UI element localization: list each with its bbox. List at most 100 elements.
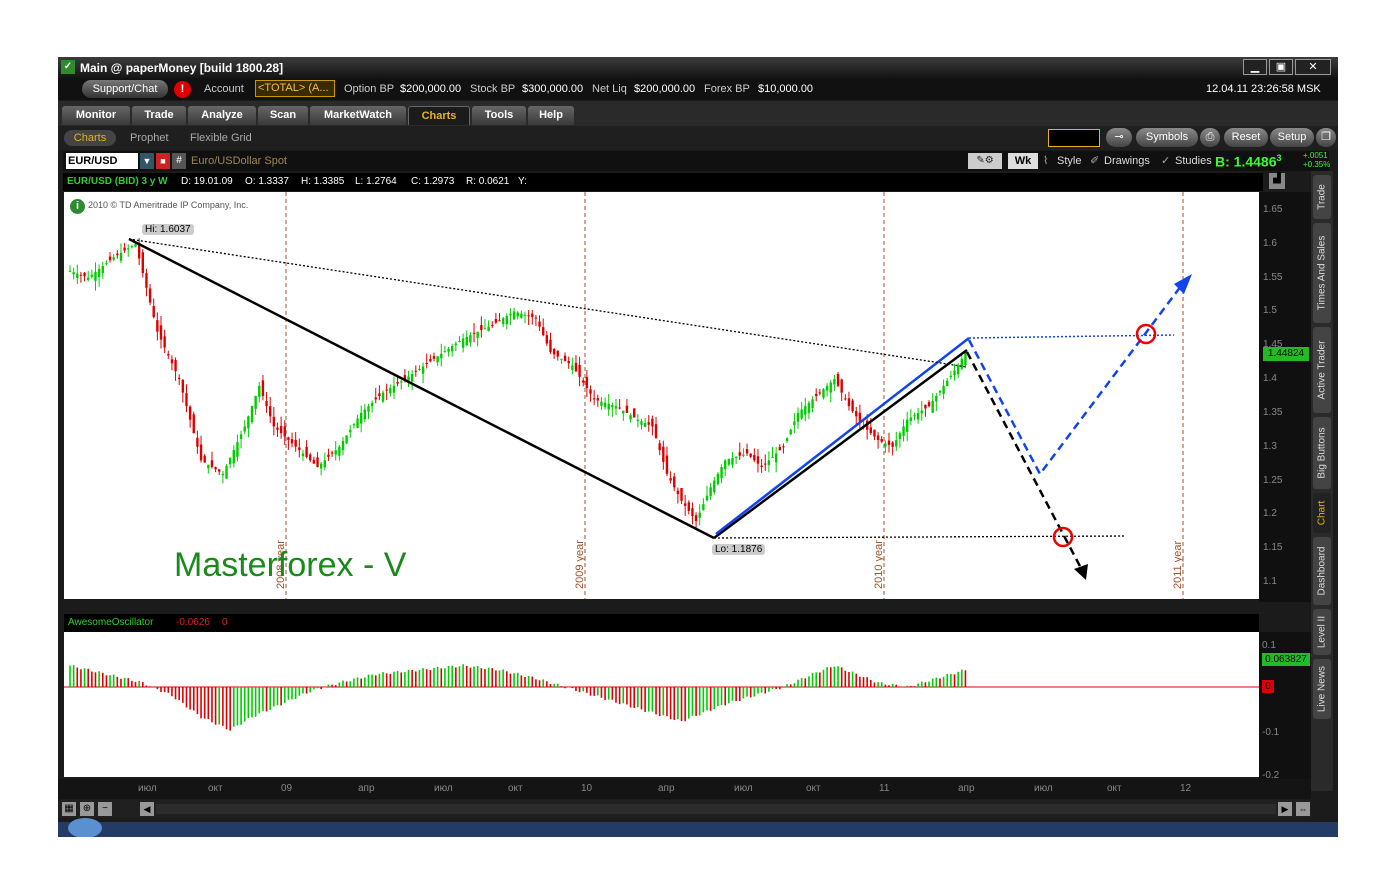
reset-button[interactable]: Reset — [1224, 128, 1268, 147]
info-y: Y: — [518, 176, 527, 187]
candle-body — [105, 263, 108, 265]
oscillator-name[interactable]: AwesomeOscillator — [68, 617, 153, 628]
subtab-prophet[interactable]: Prophet — [130, 130, 169, 146]
time-tick: окт — [806, 783, 821, 794]
zoom-in-icon[interactable]: ⊕ — [80, 802, 94, 816]
candle-body — [698, 512, 701, 518]
close-button[interactable]: ✕ — [1295, 59, 1331, 75]
sidetab-chart[interactable]: Chart — [1313, 493, 1331, 533]
support-chat-button[interactable]: Support/Chat — [82, 80, 168, 98]
copyright-text: 2010 © TD Ameritrade IP Company, Inc. — [88, 200, 249, 210]
candle-body — [825, 385, 829, 391]
grid-hash-icon[interactable]: # — [172, 153, 186, 169]
symbol-lock-icon[interactable]: ■ — [156, 153, 170, 169]
chart-type-icon[interactable]: ▟ — [1269, 173, 1285, 189]
sidetab-times-and-sales[interactable]: Times And Sales — [1313, 223, 1331, 323]
candle-body — [571, 365, 574, 370]
candle-body — [800, 409, 803, 419]
candle-body — [920, 410, 923, 414]
print-icon[interactable]: ⎙ — [1200, 128, 1220, 147]
oscillator-header: AwesomeOscillator -0.0626 0 — [64, 614, 1259, 632]
bid-price-text: B: 1.4486 — [1215, 153, 1277, 170]
candle-body — [887, 440, 891, 446]
ao-tick: 0.1 — [1262, 640, 1276, 651]
tab-trade[interactable]: Trade — [132, 106, 186, 125]
color-box[interactable] — [1048, 129, 1100, 147]
candle-body — [447, 348, 450, 352]
subtab-flexible-grid[interactable]: Flexible Grid — [190, 130, 252, 146]
period-button[interactable]: Wk — [1008, 153, 1038, 169]
sidetab-live-news[interactable]: Live News — [1313, 659, 1331, 719]
candle-body — [501, 318, 505, 324]
candle-body — [611, 405, 614, 408]
oscillator-chart[interactable] — [64, 632, 1259, 777]
candle-body — [152, 305, 155, 318]
sidetab-active-trader[interactable]: Active Trader — [1313, 327, 1331, 413]
option-bp-label: Option BP — [344, 83, 395, 95]
candle-body — [658, 443, 661, 451]
sidetab-level-ii[interactable]: Level II — [1313, 609, 1331, 655]
candle-body — [101, 266, 104, 274]
candle-body — [454, 343, 458, 346]
app-window: ✓ Main @ paperMoney [build 1800.28] ▁ ▣ … — [58, 57, 1338, 837]
subtab-charts[interactable]: Charts — [64, 130, 116, 146]
tab-charts[interactable]: Charts — [408, 106, 470, 125]
link-icon[interactable]: ⊸ — [1106, 128, 1132, 147]
clock: 12.04.11 23:26:58 MSK — [1206, 83, 1321, 95]
fit-icon[interactable]: ⇔ — [1296, 802, 1310, 816]
candle-body — [214, 467, 217, 470]
sidetab-big-buttons-label: Big Buttons — [1316, 427, 1328, 479]
candle-body — [607, 403, 610, 410]
minimize-button[interactable]: ▁ — [1243, 59, 1267, 75]
candle-body — [713, 480, 716, 493]
candle-body — [338, 446, 341, 456]
price-tag: 1.44824 — [1263, 347, 1309, 361]
info-close: C: 1.2973 — [411, 176, 455, 187]
candle-body — [946, 380, 949, 387]
candle-body — [556, 350, 559, 357]
zoom-out-icon[interactable]: − — [98, 802, 112, 816]
sidetab-dashboard[interactable]: Dashboard — [1313, 537, 1331, 605]
symbols-button[interactable]: Symbols — [1136, 128, 1198, 147]
candle-body — [123, 247, 126, 251]
studies-button[interactable]: Studies — [1175, 155, 1212, 167]
tab-analyze[interactable]: Analyze — [188, 106, 256, 125]
account-select[interactable]: <TOTAL> (A... — [255, 80, 335, 97]
tab-monitor[interactable]: Monitor — [62, 106, 130, 125]
scroll-left-icon[interactable]: ◀ — [140, 802, 154, 816]
tab-scan[interactable]: Scan — [258, 106, 308, 125]
maximize-button[interactable]: ▣ — [1269, 59, 1293, 75]
candle-body — [643, 423, 647, 427]
oscillator-svg — [64, 664, 1259, 731]
scroll-right-icon[interactable]: ▶ — [1278, 802, 1292, 816]
drawings-button[interactable]: Drawings — [1104, 155, 1150, 167]
symbol-input[interactable]: EUR/USD — [66, 153, 138, 169]
account-bar: Support/Chat ! Account <TOTAL> (A... Opt… — [58, 78, 1338, 100]
horizontal-scrollbar[interactable] — [156, 804, 1276, 814]
symbol-dropdown-icon[interactable]: ▼ — [140, 153, 154, 169]
start-orb-icon[interactable] — [68, 818, 102, 837]
candle-body — [174, 360, 177, 372]
style-button[interactable]: Style — [1057, 155, 1081, 167]
time-tick: окт — [508, 783, 523, 794]
setup-button[interactable]: Setup — [1270, 128, 1314, 147]
price-chart[interactable]: 2008 year 2009 year 2010 year 2011 year i 2… — [64, 192, 1259, 599]
price-tick: 1.15 — [1263, 542, 1283, 554]
drawing-tools-icon[interactable]: ✎⚙ — [968, 153, 1002, 169]
tab-tools[interactable]: Tools — [472, 106, 526, 125]
candle-body — [902, 426, 905, 437]
candle-body — [614, 406, 618, 409]
tab-marketwatch[interactable]: MarketWatch — [310, 106, 406, 125]
sidetab-big-buttons[interactable]: Big Buttons — [1313, 417, 1331, 489]
candle-body — [793, 421, 796, 426]
alert-icon[interactable]: ! — [174, 81, 191, 98]
candle-body — [574, 362, 578, 372]
sidetab-trade[interactable]: Trade — [1313, 175, 1331, 219]
tab-help[interactable]: Help — [528, 106, 574, 125]
info-icon[interactable]: i — [70, 199, 85, 214]
grid-layout-icon[interactable]: ▦ — [62, 802, 76, 816]
detach-icon[interactable]: ❐ — [1316, 128, 1336, 147]
sidetab-times-and-sales-label: Times And Sales — [1316, 235, 1328, 311]
candle-body — [76, 273, 79, 278]
candle-body — [370, 402, 374, 407]
